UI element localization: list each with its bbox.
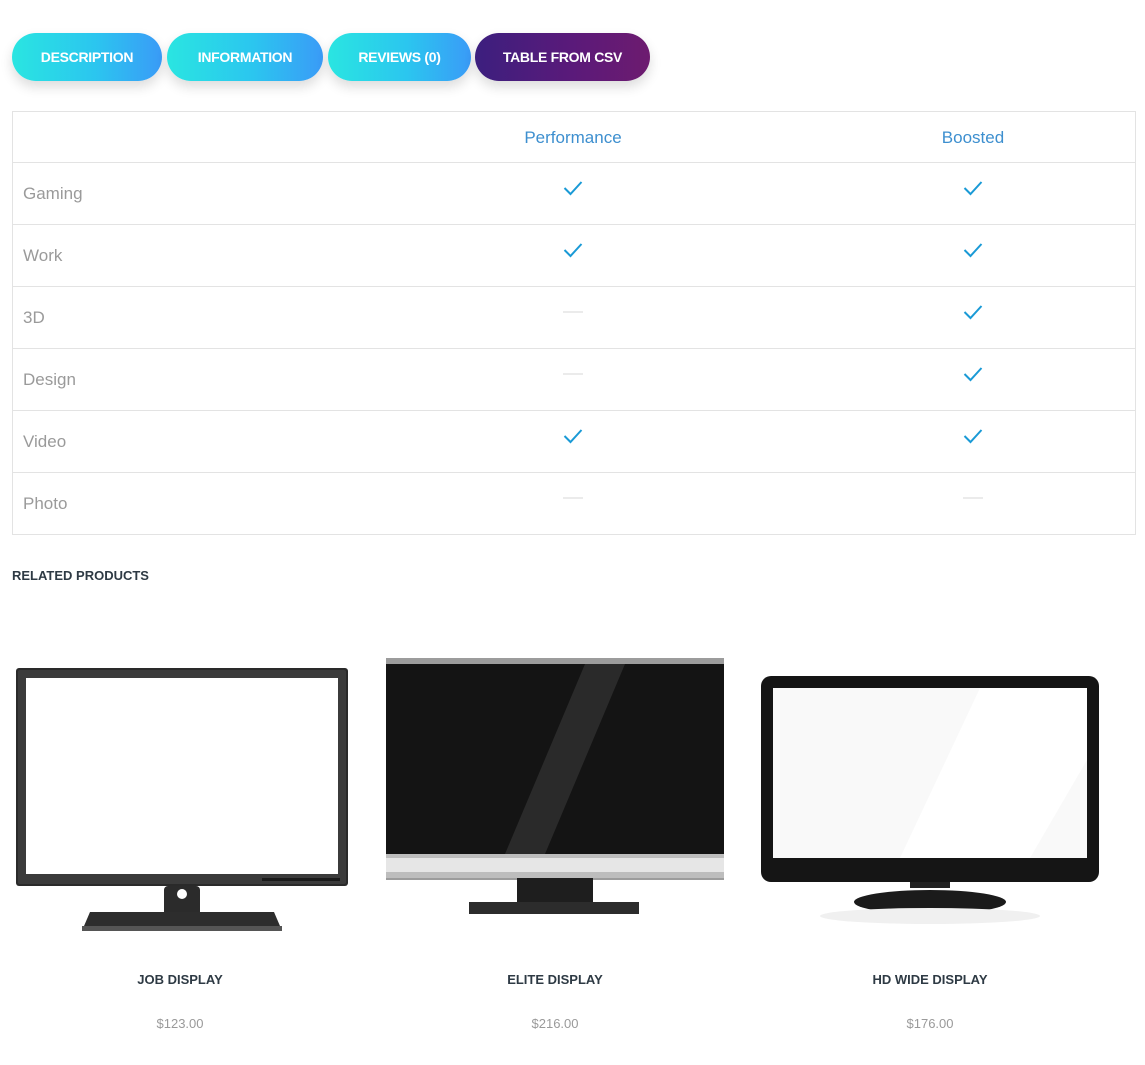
dash-mark: [963, 497, 983, 499]
row-label: Video: [23, 432, 67, 451]
table-row: 3D: [13, 287, 1135, 349]
check-icon: [953, 225, 993, 275]
monitor-white-screen-icon[interactable]: [10, 640, 350, 950]
dash-icon: [553, 473, 593, 523]
column-header-performance: Performance: [524, 128, 622, 147]
check-icon: [953, 411, 993, 461]
check-icon: [553, 411, 593, 461]
table-row: Work: [13, 225, 1135, 287]
check-icon: [553, 225, 593, 275]
check-icon: [953, 163, 993, 213]
product-name[interactable]: HD WIDE DISPLAY: [760, 972, 1100, 987]
product-price: $123.00: [156, 1016, 204, 1031]
row-label: Gaming: [23, 184, 83, 203]
product-card-job-display[interactable]: JOB DISPLAY $123.00: [10, 640, 350, 1060]
dash-icon: [553, 349, 593, 399]
tab-information[interactable]: INFORMATION: [167, 33, 323, 81]
features-table: Performance Boosted Gaming Work 3D Design Vi…: [12, 111, 1136, 535]
table-row: Gaming: [13, 163, 1135, 225]
row-label: 3D: [23, 308, 45, 327]
product-name[interactable]: ELITE DISPLAY: [385, 972, 725, 987]
check-icon: [553, 163, 593, 213]
product-price: $176.00: [906, 1016, 954, 1031]
tab-table-from-csv[interactable]: TABLE FROM CSV: [475, 33, 650, 81]
dash-icon: [553, 287, 593, 337]
product-card-elite-display[interactable]: ELITE DISPLAY $216.00: [385, 640, 725, 1060]
tab-description[interactable]: DESCRIPTION: [12, 33, 162, 81]
row-label: Design: [23, 370, 76, 389]
check-icon: [953, 287, 993, 337]
table-row: Video: [13, 411, 1135, 473]
dash-mark: [563, 311, 583, 313]
row-label: Photo: [23, 494, 68, 513]
related-products-title: RELATED PRODUCTS: [12, 568, 149, 583]
monitor-black-screen-icon[interactable]: [385, 640, 725, 950]
row-label: Work: [23, 246, 63, 265]
column-header-boosted: Boosted: [941, 128, 1005, 147]
tv-white-screen-icon[interactable]: [760, 640, 1100, 950]
product-name[interactable]: JOB DISPLAY: [10, 972, 350, 987]
dash-mark: [563, 373, 583, 375]
check-icon: [953, 349, 993, 399]
tab-reviews[interactable]: REVIEWS (0): [328, 33, 471, 81]
dash-mark: [563, 497, 583, 499]
product-price: $216.00: [531, 1016, 579, 1031]
table-header: Performance Boosted: [13, 112, 1135, 163]
table-row: Design: [13, 349, 1135, 411]
table-row: Photo: [13, 473, 1135, 535]
dash-icon: [953, 473, 993, 523]
product-card-hd-wide-display[interactable]: HD WIDE DISPLAY $176.00: [760, 640, 1100, 1060]
